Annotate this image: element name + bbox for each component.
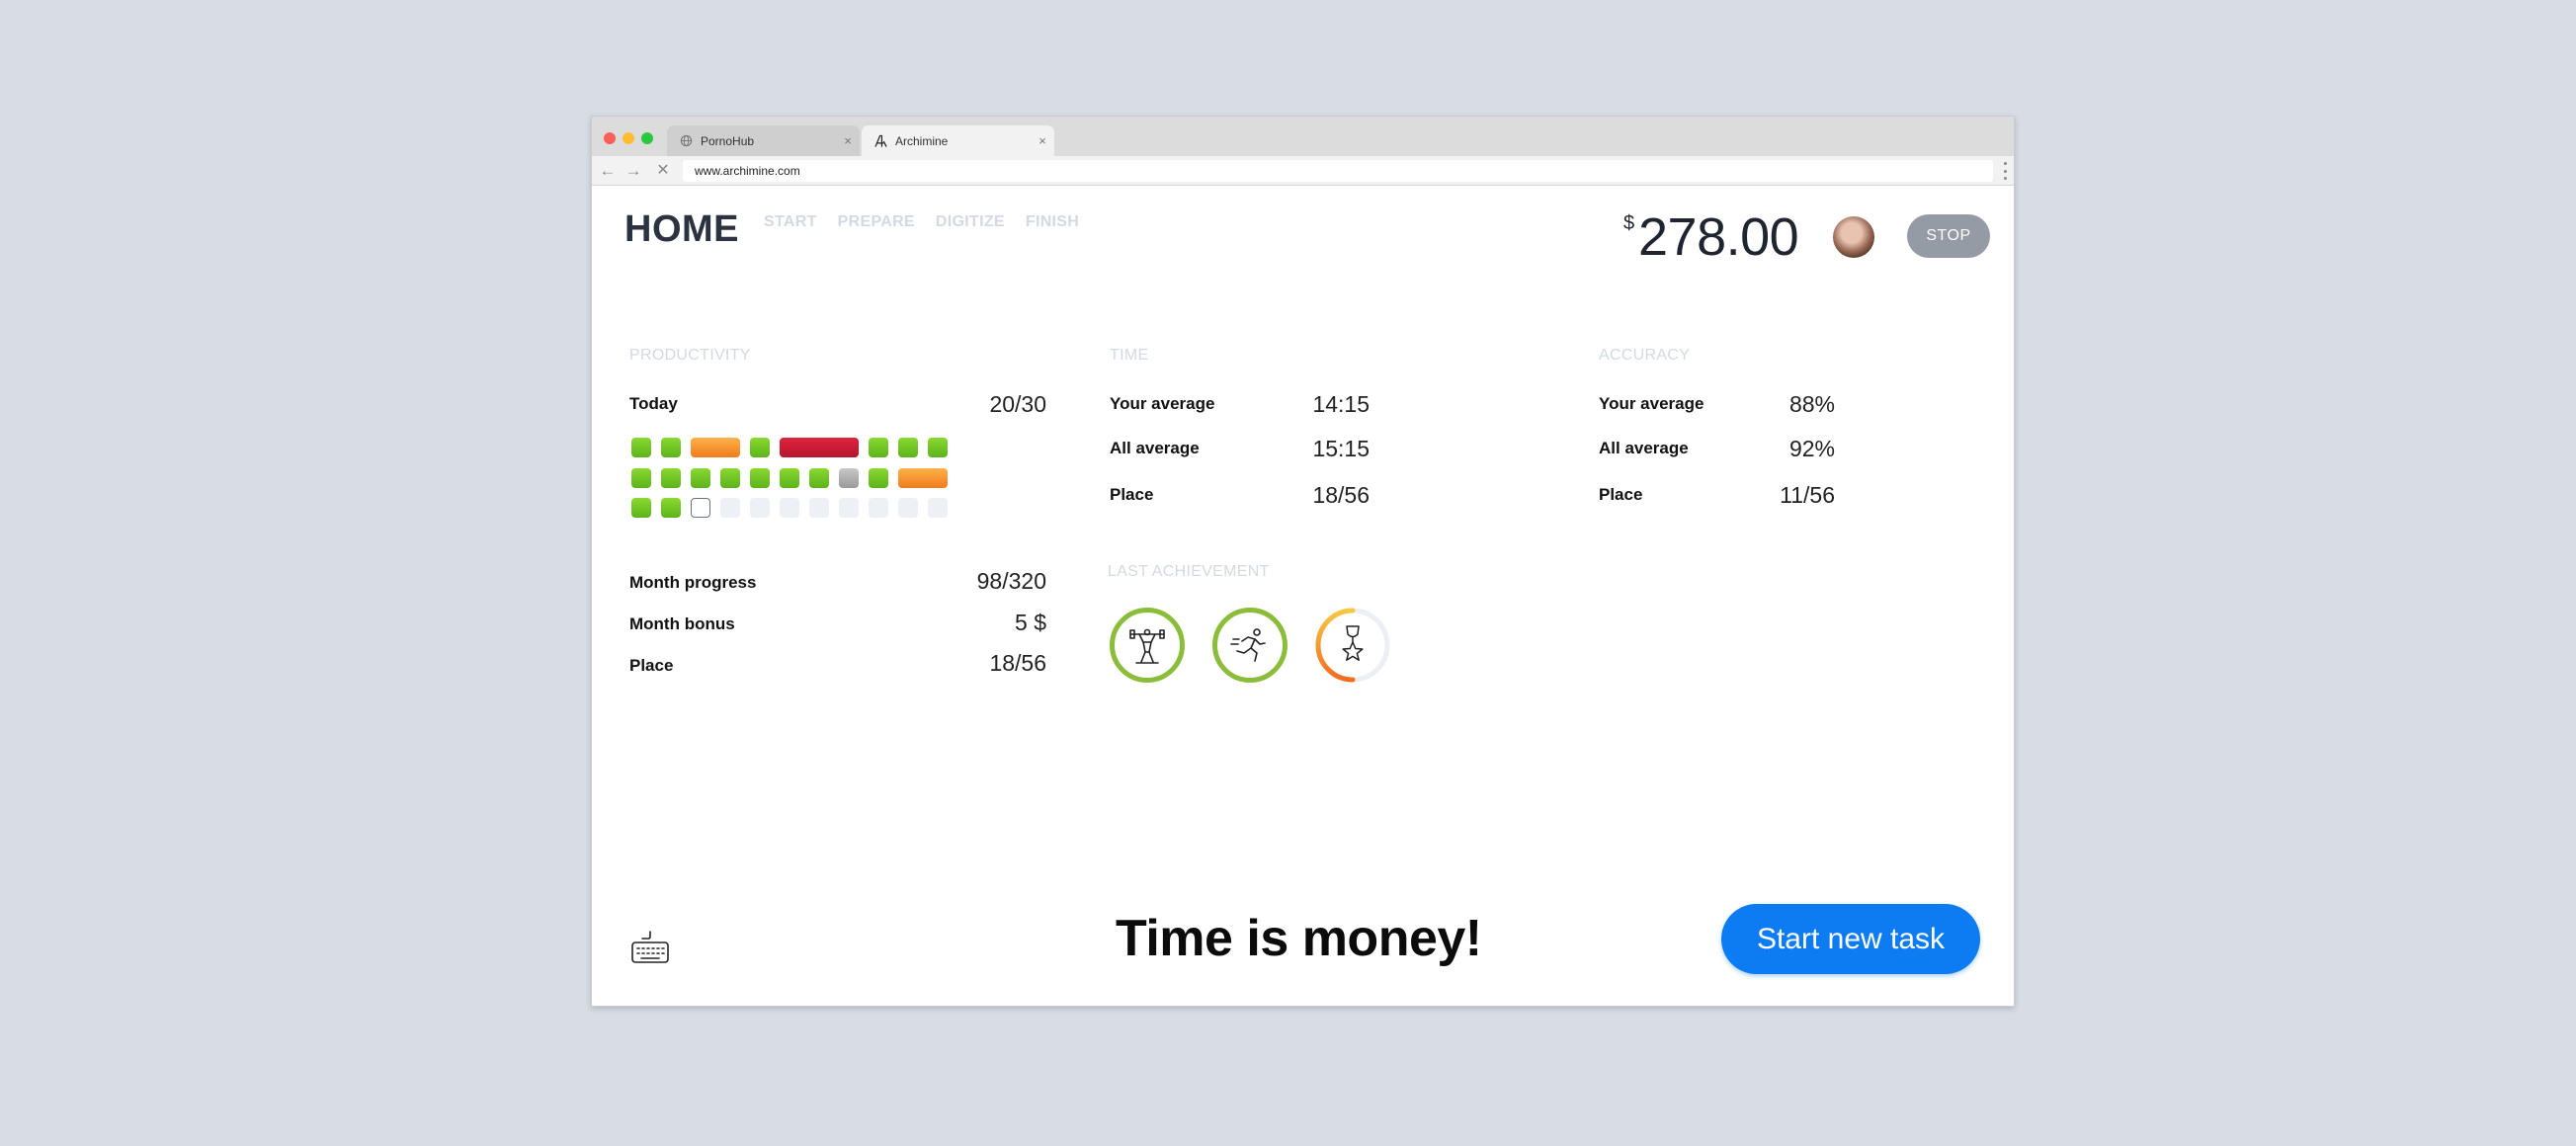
task-cell-done[interactable] [631, 438, 651, 457]
task-cell-pending [809, 498, 829, 518]
browser-tab-archimine[interactable]: Archimine × [862, 125, 1054, 156]
close-window-button[interactable] [604, 132, 616, 144]
accuracy-all-average-value: 92% [1788, 436, 1835, 461]
time-your-average-value: 14:15 [1312, 391, 1370, 417]
task-cell-done[interactable] [691, 468, 710, 488]
task-cell-done[interactable] [631, 468, 651, 488]
browser-titlebar: PornoHub × Archimine × [592, 117, 2014, 156]
tab-label: PornoHub [701, 133, 755, 148]
currency-symbol: $ [1623, 212, 1635, 234]
task-cell-skipped[interactable] [839, 468, 859, 488]
forward-arrow-icon[interactable]: → [623, 161, 643, 181]
achievement-badge-weightlifting[interactable] [1110, 608, 1185, 683]
keyboard-icon[interactable] [630, 930, 670, 965]
stop-button[interactable]: STOP [1907, 214, 1990, 258]
address-bar[interactable]: www.archimine.com [683, 160, 1993, 182]
task-cell-failed[interactable] [780, 438, 859, 457]
place-label: Place [629, 656, 674, 675]
task-cell-late[interactable] [691, 438, 740, 457]
task-cell-pending [780, 498, 799, 518]
month-progress-value: 98/320 [976, 568, 1046, 594]
task-cell-done[interactable] [869, 468, 888, 488]
task-cell-done[interactable] [869, 438, 888, 457]
task-cell-pending [928, 498, 948, 518]
nav-digitize[interactable]: DIGITIZE [936, 213, 1005, 231]
task-cell-current[interactable] [691, 498, 710, 518]
time-all-average-label: All average [1110, 439, 1200, 457]
top-navigation: START PREPARE DIGITIZE FINISH [764, 213, 1079, 231]
achievement-badge-running[interactable] [1212, 608, 1288, 683]
weightlifter-icon [1129, 628, 1165, 664]
nav-prepare[interactable]: PREPARE [838, 213, 915, 231]
achievement-badge-trophy[interactable] [1315, 608, 1390, 683]
page-content: HOME START PREPARE DIGITIZE FINISH $ 278… [592, 187, 2014, 1007]
browser-tab-pornohub[interactable]: PornoHub × [667, 125, 860, 156]
place-value: 18/56 [989, 650, 1046, 676]
nav-finish[interactable]: FINISH [1026, 213, 1079, 231]
task-cell-done[interactable] [928, 438, 948, 457]
start-new-task-button[interactable]: Start new task [1721, 904, 1980, 974]
task-cell-pending [898, 498, 918, 518]
close-tab-icon[interactable]: × [1031, 133, 1054, 148]
browser-toolbar: ← → ✕ www.archimine.com [592, 156, 2014, 186]
task-cell-done[interactable] [750, 438, 770, 457]
page-title[interactable]: HOME [624, 208, 739, 251]
browser-window: PornoHub × Archimine × ← → ✕ www.archimi… [591, 116, 2015, 1007]
globe-icon [679, 134, 693, 148]
task-cell-pending [839, 498, 859, 518]
close-tab-icon[interactable]: × [836, 133, 860, 148]
accuracy-your-average-label: Your average [1599, 394, 1704, 413]
time-place-value: 18/56 [1312, 482, 1370, 508]
balance-amount: 278.00 [1638, 207, 1799, 267]
avatar[interactable] [1833, 216, 1874, 258]
stop-loading-icon[interactable]: ✕ [653, 161, 673, 181]
accuracy-place-label: Place [1599, 485, 1643, 504]
browser-menu-icon[interactable] [2002, 162, 2008, 180]
nav-start[interactable]: START [764, 213, 817, 231]
runner-icon [1230, 628, 1266, 662]
task-cell-done[interactable] [661, 438, 681, 457]
maximize-window-button[interactable] [641, 132, 653, 144]
today-value: 20/30 [989, 391, 1046, 417]
minimize-window-button[interactable] [623, 132, 634, 144]
tab-label: Archimine [895, 133, 949, 148]
accuracy-place-value: 11/56 [1780, 482, 1835, 508]
time-your-average-label: Your average [1110, 394, 1215, 413]
task-cell-done[interactable] [780, 468, 799, 488]
task-cell-pending [720, 498, 740, 518]
task-cell-done[interactable] [720, 468, 740, 488]
task-cell-done[interactable] [661, 468, 681, 488]
time-title: TIME [1110, 347, 1149, 364]
time-all-average-value: 15:15 [1312, 436, 1370, 461]
today-label: Today [629, 394, 678, 413]
productivity-title: PRODUCTIVITY [629, 347, 751, 364]
month-progress-label: Month progress [629, 573, 757, 592]
task-cell-done[interactable] [661, 498, 681, 518]
task-cell-pending [869, 498, 888, 518]
task-cell-done[interactable] [631, 498, 651, 518]
accuracy-title: ACCURACY [1599, 347, 1691, 364]
task-cell-done[interactable] [898, 438, 918, 457]
accuracy-your-average-value: 88% [1788, 391, 1835, 417]
task-cell-done[interactable] [809, 468, 829, 488]
accuracy-all-average-label: All average [1599, 439, 1689, 457]
tagline: Time is money! [1116, 910, 1482, 967]
month-bonus-value: 5 $ [1015, 610, 1046, 635]
month-bonus-label: Month bonus [629, 614, 735, 633]
last-achievement-title: LAST ACHIEVEMENT [1108, 563, 1270, 580]
trophy-star-icon [1342, 625, 1364, 661]
task-cell-pending [750, 498, 770, 518]
task-cell-done[interactable] [750, 468, 770, 488]
back-arrow-icon[interactable]: ← [598, 161, 618, 181]
time-place-label: Place [1110, 485, 1154, 504]
archimine-logo-icon [873, 134, 887, 148]
task-cell-late[interactable] [898, 468, 948, 488]
